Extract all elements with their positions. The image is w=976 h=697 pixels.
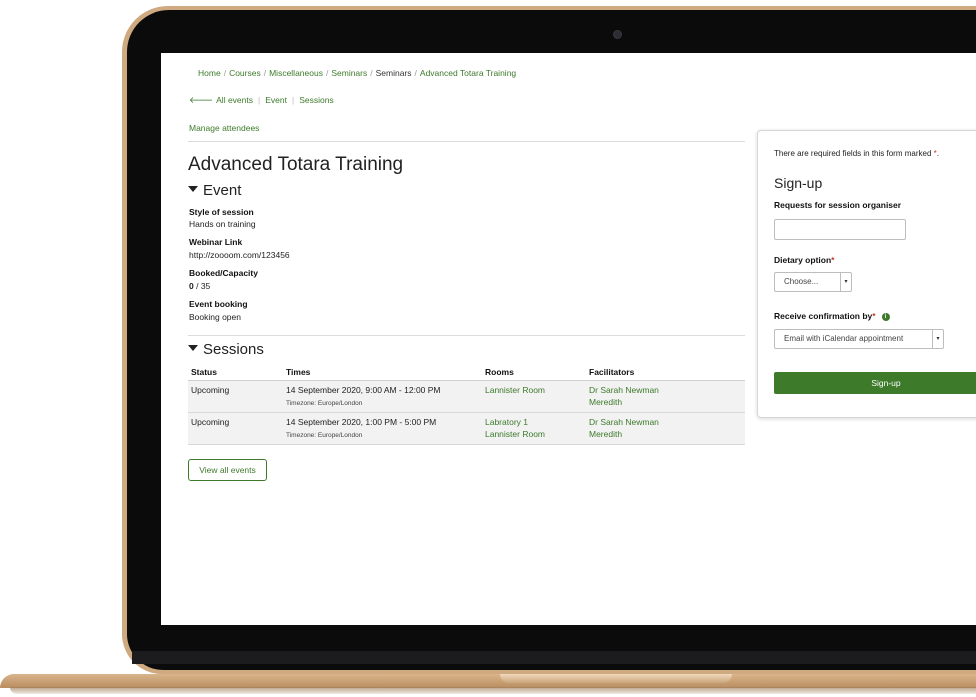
dietary-label-text: Dietary option bbox=[774, 255, 832, 265]
breadcrumb-seminars[interactable]: Seminars bbox=[331, 68, 367, 78]
field-label: Booked/Capacity bbox=[189, 268, 258, 278]
field-label: Style of session bbox=[189, 207, 254, 217]
event-heading: Event bbox=[203, 182, 242, 199]
table-row: Upcoming 14 September 2020, 1:00 PM - 5:… bbox=[188, 413, 745, 445]
event-nav: 🡐 All events | Event | Sessions bbox=[189, 95, 334, 106]
page-title: Advanced Totara Training bbox=[188, 154, 404, 175]
signup-panel: There are required fields in this form m… bbox=[757, 130, 976, 418]
required-star: * bbox=[872, 311, 876, 321]
breadcrumb-separator: / bbox=[263, 68, 267, 78]
all-events-link[interactable]: All events bbox=[216, 95, 253, 105]
booked-count: 0 bbox=[189, 281, 194, 291]
sessions-heading: Sessions bbox=[203, 341, 264, 358]
dietary-select[interactable]: Choose... ▾ bbox=[774, 272, 852, 292]
required-star: * bbox=[831, 255, 835, 265]
breadcrumb-miscellaneous[interactable]: Miscellaneous bbox=[269, 68, 323, 78]
session-rooms: Labratory 1 Lannister Room bbox=[485, 416, 545, 440]
view-all-events-button[interactable]: View all events bbox=[188, 459, 267, 481]
column-header: Rooms bbox=[485, 367, 514, 377]
facilitator-link[interactable]: Dr Sarah Newman bbox=[589, 385, 659, 395]
session-rooms: Lannister Room bbox=[485, 384, 545, 396]
session-facilitators: Dr Sarah Newman Meredith bbox=[589, 384, 659, 408]
laptop-notch bbox=[500, 674, 732, 683]
dietary-label: Dietary option* bbox=[774, 255, 834, 265]
confirmation-select[interactable]: Email with iCalendar appointment ▾ bbox=[774, 329, 944, 349]
webinar-link[interactable]: http://zoooom.com/123456 bbox=[189, 250, 290, 260]
divider bbox=[188, 141, 745, 142]
breadcrumb-seminars-current: Seminars bbox=[375, 68, 412, 78]
dropdown-caret-icon: ▾ bbox=[932, 330, 943, 348]
event-section-toggle[interactable]: Event bbox=[188, 182, 241, 199]
session-timezone: Timezone: Europe/London bbox=[286, 400, 363, 407]
facilitator-link[interactable]: Meredith bbox=[589, 397, 622, 407]
booked-capacity-value: 0 / 35 bbox=[189, 281, 210, 291]
caret-down-icon bbox=[188, 186, 198, 193]
session-facilitators: Dr Sarah Newman Meredith bbox=[589, 416, 659, 440]
session-time: 14 September 2020, 1:00 PM - 5:00 PM bbox=[286, 417, 437, 427]
dietary-selected: Choose... bbox=[784, 277, 819, 286]
field-value: Hands on training bbox=[189, 219, 256, 229]
session-times: 14 September 2020, 1:00 PM - 5:00 PM Time… bbox=[286, 416, 436, 442]
dropdown-caret-icon: ▾ bbox=[840, 273, 851, 291]
required-note-text: There are required fields in this form m… bbox=[774, 149, 932, 158]
capacity: / 35 bbox=[196, 281, 211, 291]
breadcrumb-separator: / bbox=[370, 68, 373, 78]
screen: Home / Courses / Miscellaneous / Seminars / Semi… bbox=[161, 53, 976, 625]
requests-input[interactable] bbox=[774, 219, 906, 240]
required-fields-note: There are required fields in this form m… bbox=[774, 149, 939, 158]
laptop-base bbox=[0, 674, 976, 688]
session-time: 14 September 2020, 9:00 AM - 12:00 PM bbox=[286, 385, 441, 395]
session-times: 14 September 2020, 9:00 AM - 12:00 PM Tim… bbox=[286, 384, 441, 410]
info-icon[interactable]: i bbox=[881, 312, 890, 321]
room-link[interactable]: Lannister Room bbox=[485, 385, 545, 395]
sessions-section-toggle[interactable]: Sessions bbox=[188, 341, 264, 358]
breadcrumb-courses[interactable]: Courses bbox=[229, 68, 261, 78]
laptop-base-shadow bbox=[10, 687, 976, 694]
field-label: Event booking bbox=[189, 299, 248, 309]
back-arrow-icon[interactable]: 🡐 bbox=[189, 95, 213, 105]
caret-down-icon bbox=[188, 345, 198, 352]
breadcrumb-separator: / bbox=[414, 68, 417, 78]
requests-label: Requests for session organiser bbox=[774, 200, 902, 210]
camera-icon bbox=[613, 30, 622, 39]
breadcrumb-home[interactable]: Home bbox=[198, 68, 221, 78]
sessions-table: Status Times Rooms Facilitators Upcoming… bbox=[188, 365, 745, 445]
room-link[interactable]: Labratory 1 bbox=[485, 417, 528, 427]
event-link[interactable]: Event bbox=[265, 95, 287, 105]
nav-divider: | bbox=[291, 95, 295, 105]
breadcrumb-separator: / bbox=[223, 68, 227, 78]
signup-button[interactable]: Sign-up bbox=[774, 372, 976, 394]
field-value: Booking open bbox=[189, 312, 241, 322]
session-timezone: Timezone: Europe/London bbox=[286, 432, 363, 439]
confirmation-label-text: Receive confirmation by bbox=[774, 311, 873, 321]
column-header: Times bbox=[286, 367, 311, 377]
divider bbox=[188, 335, 745, 336]
breadcrumb: Home / Courses / Miscellaneous / Seminars / Semi… bbox=[198, 68, 516, 78]
table-header: Status Times Rooms Facilitators bbox=[188, 365, 745, 381]
breadcrumb-advanced-totara-training[interactable]: Advanced Totara Training bbox=[420, 68, 516, 78]
manage-attendees-link[interactable]: Manage attendees bbox=[189, 123, 259, 133]
column-header: Facilitators bbox=[589, 367, 635, 377]
column-header: Status bbox=[191, 367, 217, 377]
table-row: Upcoming 14 September 2020, 9:00 AM - 12… bbox=[188, 381, 745, 413]
nav-divider: | bbox=[258, 95, 261, 105]
room-link[interactable]: Lannister Room bbox=[485, 429, 545, 439]
breadcrumb-separator: / bbox=[325, 68, 329, 78]
confirmation-label: Receive confirmation by* i bbox=[774, 311, 890, 321]
field-label: Webinar Link bbox=[189, 237, 243, 247]
laptop-chin bbox=[132, 651, 976, 664]
signup-title: Sign-up bbox=[774, 175, 823, 191]
sessions-link[interactable]: Sessions bbox=[299, 95, 334, 105]
facilitator-link[interactable]: Dr Sarah Newman bbox=[589, 417, 659, 427]
session-status: Upcoming bbox=[191, 417, 230, 427]
facilitator-link[interactable]: Meredith bbox=[589, 429, 622, 439]
confirmation-selected: Email with iCalendar appointment bbox=[784, 334, 904, 343]
required-period: . bbox=[936, 149, 939, 158]
session-status: Upcoming bbox=[191, 385, 230, 395]
